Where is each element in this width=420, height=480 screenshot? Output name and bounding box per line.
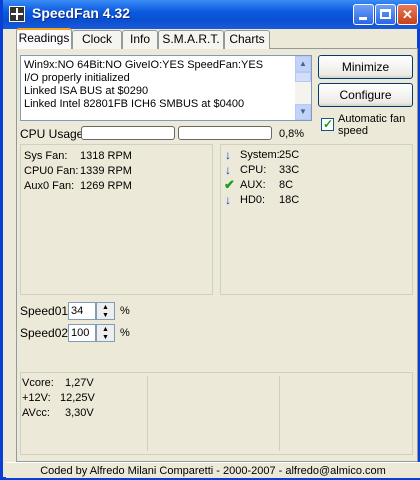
voltage-divider [279, 376, 280, 451]
fan-name: CPU0 Fan: [24, 165, 79, 177]
minimize-icon [359, 17, 367, 20]
temp-value: 18C [279, 194, 300, 206]
voltage-value: 1,27V [65, 377, 94, 389]
temps-group: ↓ System: 25C ↓ CPU: 33C ✔ AUX: 8C ↓ HD0… [220, 144, 413, 295]
spin-down-icon[interactable]: ▼ [99, 312, 112, 319]
scroll-thumb[interactable] [295, 72, 311, 82]
minimize-window-button[interactable] [353, 4, 374, 25]
status-bar: Coded by Alfredo Milani Comparetti - 200… [6, 462, 420, 478]
maximize-icon [380, 9, 391, 19]
check-icon: ✔ [224, 177, 235, 192]
automatic-fan-speed-label: Automatic fan speed [338, 113, 406, 137]
fans-group: Sys Fan: 1318 RPM CPU0 Fan: 1339 RPM Aux… [20, 144, 213, 295]
minimize-button[interactable]: Minimize [318, 55, 413, 79]
speed02-spinner[interactable]: ▲ ▼ [96, 324, 115, 342]
voltage-row: Vcore: 1,27V [22, 377, 94, 389]
fan-row: Aux0 Fan: 1269 RPM [24, 180, 132, 192]
cpu-usage-label: CPU Usage [20, 127, 84, 141]
app-icon[interactable] [9, 6, 25, 22]
voltage-value: 3,30V [65, 407, 94, 419]
temp-value: 25C [279, 149, 300, 161]
temp-value: 33C [279, 164, 300, 176]
close-window-button[interactable]: ✕ [397, 4, 418, 25]
automatic-fan-speed-checkbox[interactable]: ✓ [321, 117, 334, 131]
voltage-name: Vcore: [22, 377, 54, 389]
temp-row: ↓ HD0: 18C [221, 194, 411, 208]
log-line: Win9x:NO 64Bit:NO GiveIO:YES SpeedFan:YE… [24, 59, 264, 71]
maximize-window-button[interactable] [375, 4, 396, 25]
scroll-down-icon[interactable]: ▼ [295, 104, 311, 120]
temp-value: 8C [279, 179, 294, 191]
log-line: I/O properly initialized [24, 72, 130, 84]
fan-row: Sys Fan: 1318 RPM [24, 150, 132, 162]
fan-row: CPU0 Fan: 1339 RPM [24, 165, 132, 177]
arrow-down-icon: ↓ [225, 193, 231, 207]
log-scrollbar[interactable]: ▲ ▼ [295, 56, 311, 120]
voltage-name: AVcc: [22, 407, 50, 419]
fan-value: 1318 RPM [80, 150, 132, 162]
speed01-spinner[interactable]: ▲ ▼ [96, 302, 115, 320]
voltage-value: 12,25V [60, 392, 95, 404]
voltage-name: +12V: [22, 392, 51, 404]
log-line: Linked Intel 82801FB ICH6 SMBUS at $0400 [24, 98, 245, 110]
tab-smart[interactable]: S.M.A.R.T. [158, 30, 224, 49]
temp-name: System: [240, 149, 280, 161]
checkmark-icon: ✓ [323, 117, 334, 131]
temp-name: CPU: [240, 164, 267, 176]
log-textbox[interactable]: Win9x:NO 64Bit:NO GiveIO:YES SpeedFan:YE… [20, 55, 312, 121]
fan-name: Sys Fan: [24, 150, 68, 162]
speed02-unit: % [120, 327, 130, 339]
voltage-divider [147, 376, 148, 451]
tab-readings[interactable]: Readings [16, 28, 72, 49]
tab-info[interactable]: Info [122, 30, 158, 49]
temp-name: AUX: [240, 179, 266, 191]
spin-down-icon[interactable]: ▼ [99, 334, 112, 341]
temp-name: HD0: [240, 194, 266, 206]
arrow-down-icon: ↓ [225, 148, 231, 162]
arrow-down-icon: ↓ [225, 163, 231, 177]
speed01-input[interactable]: 34 [68, 302, 96, 320]
scroll-up-icon[interactable]: ▲ [295, 56, 311, 72]
tab-charts[interactable]: Charts [224, 30, 270, 49]
speed01-label: Speed01: [20, 304, 72, 318]
fan-name: Aux0 Fan: [24, 180, 75, 192]
configure-button[interactable]: Configure [318, 83, 413, 107]
fan-value: 1339 RPM [80, 165, 132, 177]
fan-value: 1269 RPM [80, 180, 132, 192]
spin-up-icon[interactable]: ▲ [99, 304, 112, 311]
log-line: Linked ISA BUS at $0290 [24, 85, 149, 97]
cpu-usage-percent: 0,8% [279, 128, 305, 140]
temp-row: ↓ CPU: 33C [221, 164, 411, 178]
window-title: SpeedFan 4.32 [32, 5, 131, 21]
tab-clock[interactable]: Clock [72, 30, 122, 49]
voltage-row: AVcc: 3,30V [22, 407, 94, 419]
speed01-unit: % [120, 305, 130, 317]
temp-row: ↓ System: 25C [221, 149, 411, 163]
speed02-label: Speed02: [20, 326, 72, 340]
cpu-usage-bar-1 [81, 126, 175, 140]
speedfan-window: SpeedFan 4.32 ✕ Readings Clock Info S.M.… [0, 0, 420, 480]
close-icon: ✕ [402, 7, 413, 22]
temp-row: ✔ AUX: 8C [221, 177, 411, 193]
speed02-input[interactable]: 100 [68, 324, 96, 342]
title-bar[interactable]: SpeedFan 4.32 ✕ [3, 0, 420, 29]
cpu-usage-bar-2 [178, 126, 272, 140]
voltage-row: +12V: 12,25V [22, 392, 95, 404]
spin-up-icon[interactable]: ▲ [99, 326, 112, 333]
